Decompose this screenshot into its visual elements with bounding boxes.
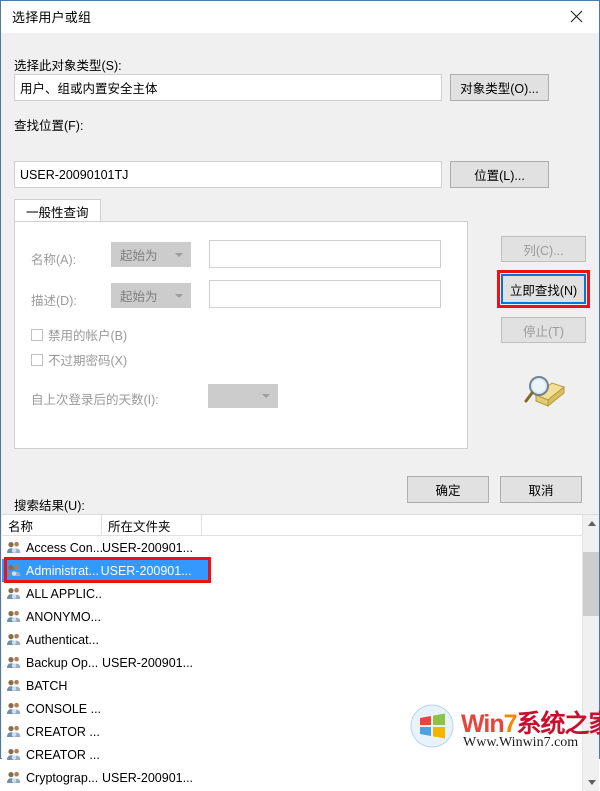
- row-name-cell: Backup Op...: [2, 655, 102, 671]
- stop-button[interactable]: 停止(T): [501, 317, 586, 343]
- table-row[interactable]: CREATOR ...: [2, 720, 599, 743]
- table-row[interactable]: Backup Op... USER-200901...: [2, 651, 599, 674]
- object-type-label: 选择此对象类型(S):: [14, 59, 122, 73]
- chevron-down-icon: [262, 394, 270, 398]
- query-name-condition-select[interactable]: 起始为: [111, 242, 191, 267]
- row-name-cell: Cryptograp...: [2, 770, 102, 786]
- chevron-down-icon: [175, 293, 183, 298]
- group-icon: [6, 770, 26, 786]
- query-name-label: 名称(A):: [31, 253, 77, 267]
- group-icon: [6, 586, 26, 602]
- row-name-cell: ANONYMO...: [2, 609, 102, 625]
- tab-common-query[interactable]: 一般性查询: [14, 199, 101, 222]
- query-name-input[interactable]: [209, 240, 441, 268]
- search-results-list: 名称 所在文件夹 Access Con... USER-200901... Admi…: [2, 514, 599, 791]
- dialog-body: 选择此对象类型(S): 用户、组或内置安全主体 对象类型(O)... 查找位置(…: [1, 33, 600, 791]
- row-name-text: Access Con...: [26, 540, 102, 555]
- table-row[interactable]: CREATOR ...: [2, 743, 599, 766]
- list-rows: Access Con... USER-200901... Administrat..…: [2, 536, 599, 791]
- table-row[interactable]: ANONYMO...: [2, 605, 599, 628]
- table-row[interactable]: Cryptograp... USER-200901...: [2, 766, 599, 789]
- location-label: 查找位置(F):: [14, 119, 84, 133]
- window-title: 选择用户或组: [12, 10, 92, 25]
- row-name-text: CREATOR ...: [26, 724, 100, 739]
- location-input[interactable]: USER-20090101TJ: [14, 161, 442, 188]
- scroll-down-icon[interactable]: [583, 774, 599, 791]
- list-header: 名称 所在文件夹: [2, 515, 599, 536]
- non-expiring-password-checkbox[interactable]: [31, 353, 43, 366]
- columns-button[interactable]: 列(C)...: [501, 236, 586, 262]
- table-row[interactable]: Authenticat...: [2, 628, 599, 651]
- object-types-button[interactable]: 对象类型(O)...: [450, 74, 549, 101]
- group-icon: [6, 701, 26, 717]
- group-icon: [6, 609, 26, 625]
- row-name-text: Authenticat...: [26, 632, 99, 647]
- disabled-accounts-checkbox[interactable]: [31, 328, 43, 341]
- row-name-text: ALL APPLIC...: [26, 586, 102, 601]
- group-icon: [6, 540, 26, 556]
- query-desc-condition-select[interactable]: 起始为: [111, 283, 191, 308]
- column-header-folder[interactable]: 所在文件夹: [102, 515, 202, 535]
- object-type-input[interactable]: 用户、组或内置安全主体: [14, 74, 442, 101]
- chevron-down-icon: [175, 252, 183, 257]
- disabled-accounts-checkbox-row[interactable]: 禁用的帐户(B): [31, 325, 127, 344]
- query-desc-input[interactable]: [209, 280, 441, 308]
- table-row[interactable]: BATCH: [2, 674, 599, 697]
- days-since-logon-select[interactable]: [208, 384, 278, 408]
- row-name-text: BATCH: [26, 678, 68, 693]
- row-name-cell: CREATOR ...: [2, 747, 102, 763]
- row-folder-cell: USER-200901...: [102, 655, 194, 670]
- query-desc-label: 描述(D):: [31, 294, 77, 308]
- row-name-cell: Access Con...: [2, 540, 102, 556]
- group-icon: [6, 678, 26, 694]
- table-row[interactable]: CONSOLE ...: [2, 697, 599, 720]
- row-name-cell: CREATOR ...: [2, 724, 102, 740]
- row-name-cell: BATCH: [2, 678, 102, 694]
- scroll-up-icon[interactable]: [583, 515, 599, 532]
- non-expiring-password-checkbox-row[interactable]: 不过期密码(X): [31, 350, 127, 369]
- row-name-cell: Authenticat...: [2, 632, 102, 648]
- location-button[interactable]: 位置(L)...: [450, 161, 549, 188]
- scrollbar-thumb[interactable]: [583, 552, 599, 616]
- days-since-logon-label: 自上次登录后的天数(I):: [31, 393, 159, 407]
- non-expiring-password-label: 不过期密码(X): [48, 354, 128, 368]
- disabled-accounts-label: 禁用的帐户(B): [48, 329, 128, 343]
- row-name-cell: CONSOLE ...: [2, 701, 102, 717]
- title-bar: 选择用户或组: [1, 1, 599, 33]
- query-tabstrip: 一般性查询: [14, 199, 468, 222]
- group-icon: [6, 724, 26, 740]
- ok-button[interactable]: 确定: [407, 476, 489, 503]
- row-folder-cell: USER-200901...: [100, 563, 192, 578]
- row-name-text: ANONYMO...: [26, 609, 102, 624]
- group-icon: [6, 655, 26, 671]
- table-row[interactable]: Administrat... USER-200901...: [2, 559, 209, 582]
- row-name-text: Cryptograp...: [26, 770, 99, 785]
- row-name-cell: ALL APPLIC...: [2, 586, 102, 602]
- magnifier-folder-icon: [522, 373, 566, 416]
- column-header-name[interactable]: 名称: [2, 515, 102, 535]
- cancel-button[interactable]: 取消: [500, 476, 582, 503]
- row-folder-cell: USER-200901...: [102, 770, 194, 785]
- group-icon: [6, 563, 26, 579]
- query-name-condition-value: 起始为: [120, 249, 158, 263]
- row-name-text: CONSOLE ...: [26, 701, 102, 716]
- row-name-text: Administrat...: [26, 563, 99, 578]
- table-row[interactable]: Access Con... USER-200901...: [2, 536, 599, 559]
- row-name-text: Backup Op...: [26, 655, 99, 670]
- table-row[interactable]: ALL APPLIC...: [2, 582, 599, 605]
- results-label: 搜索结果(U):: [14, 499, 85, 513]
- scrollbar-track[interactable]: [583, 532, 599, 774]
- group-icon: [6, 632, 26, 648]
- close-icon[interactable]: [554, 1, 599, 31]
- row-folder-cell: USER-200901...: [102, 540, 194, 555]
- column-header-extra[interactable]: [202, 515, 599, 535]
- query-desc-condition-value: 起始为: [120, 290, 158, 304]
- list-scrollbar[interactable]: [582, 515, 599, 791]
- find-now-button[interactable]: 立即查找(N): [501, 274, 586, 304]
- select-users-or-groups-dialog: 选择用户或组 选择此对象类型(S): 用户、组或内置安全主体 对象类型(O)..…: [0, 0, 600, 791]
- row-name-cell: Administrat...: [2, 563, 101, 579]
- group-icon: [6, 747, 26, 763]
- row-name-text: CREATOR ...: [26, 747, 100, 762]
